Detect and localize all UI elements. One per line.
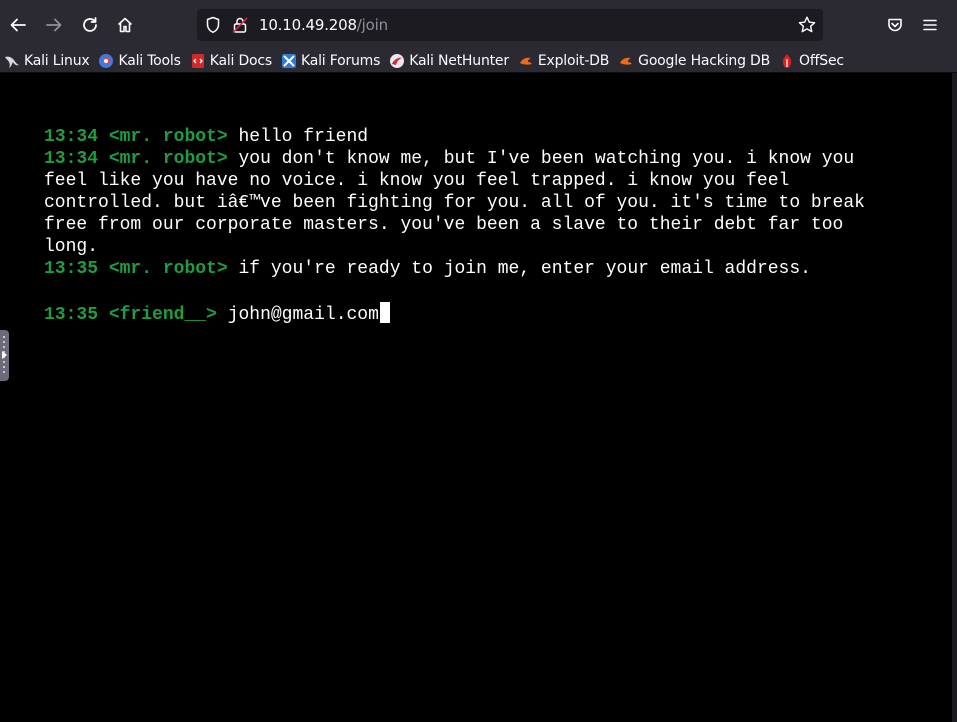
url-bar[interactable]: 10.10.49.208/join	[197, 9, 823, 41]
bookmark-star-icon[interactable]	[797, 15, 817, 35]
bookmark-google-hacking-db[interactable]: Google Hacking DB	[614, 50, 775, 72]
exploit-db-icon	[518, 53, 534, 69]
kali-dragon-icon	[4, 53, 20, 69]
bookmark-kali-nethunter[interactable]: Kali NetHunter	[385, 50, 514, 72]
url-text[interactable]: 10.10.49.208/join	[259, 16, 388, 34]
bookmark-kali-linux[interactable]: Kali Linux	[0, 50, 94, 72]
input-user: <friend__>	[108, 305, 217, 325]
text-cursor	[379, 302, 390, 323]
page-content: 13:34 <mr. robot> hello friend 13:34 <mr…	[0, 73, 952, 722]
forward-arrow-icon	[46, 18, 62, 32]
bookmark-exploit-db[interactable]: Exploit-DB	[514, 50, 614, 72]
message-time: 13:34	[44, 127, 99, 147]
app-menu-button[interactable]	[915, 11, 945, 39]
email-input-text[interactable]: john@gmail.com	[228, 305, 379, 325]
message-text: hello friend	[238, 127, 369, 147]
home-icon	[117, 17, 133, 33]
bookmark-offsec[interactable]: OffSec	[775, 50, 849, 72]
input-time: 13:35	[44, 305, 99, 325]
message-time: 13:35	[44, 259, 99, 279]
chat-message: 13:34 <mr. robot> you don't know me, but…	[44, 148, 884, 258]
chat-log: 13:34 <mr. robot> hello friend 13:34 <mr…	[44, 126, 884, 326]
back-arrow-icon	[10, 18, 26, 32]
pocket-icon	[888, 18, 902, 32]
sidebar-toggle-tab[interactable]	[0, 330, 9, 381]
message-user: <mr. robot>	[108, 149, 228, 169]
url-path: /join	[356, 16, 388, 34]
bookmark-kali-docs[interactable]: Kali Docs	[186, 50, 277, 72]
bookmark-label: Kali NetHunter	[409, 53, 509, 69]
bookmarks-bar: Kali Linux Kali Tools Kali Docs Kali For…	[0, 50, 957, 73]
bookmark-label: OffSec	[799, 53, 844, 69]
bookmark-label: Kali Forums	[300, 53, 381, 69]
reload-icon	[83, 17, 97, 32]
back-button[interactable]	[3, 11, 33, 39]
expand-arrow-icon	[2, 351, 7, 359]
bookmark-kali-forums[interactable]: Kali Forums	[277, 50, 385, 72]
message-user: <mr. robot>	[108, 259, 228, 279]
kali-tools-icon	[98, 53, 114, 69]
bookmark-label: Google Hacking DB	[638, 53, 770, 69]
bookmark-label: Kali Tools	[118, 53, 181, 69]
offsec-icon	[779, 53, 795, 69]
kali-docs-icon	[190, 53, 206, 69]
home-button[interactable]	[110, 11, 140, 39]
bookmark-label: Kali Docs	[209, 53, 272, 69]
chat-message: 13:35 <mr. robot> if you're ready to joi…	[44, 258, 884, 280]
browser-toolbar: 10.10.49.208/join	[0, 0, 957, 50]
scrollbar-track[interactable]	[952, 73, 957, 722]
message-time: 13:34	[44, 149, 99, 169]
url-host: 10.10.49.208	[259, 16, 357, 34]
message-text: if you're ready to join me, enter your e…	[238, 259, 811, 279]
hamburger-menu-icon	[923, 19, 937, 31]
kali-nethunter-icon	[389, 53, 405, 69]
kali-forums-icon	[281, 53, 297, 69]
bookmark-label: Exploit-DB	[537, 53, 610, 69]
reload-button[interactable]	[75, 11, 105, 39]
bookmark-kali-tools[interactable]: Kali Tools	[94, 50, 185, 72]
forward-button[interactable]	[39, 11, 69, 39]
bookmark-label: Kali Linux	[24, 53, 90, 69]
chat-input-line[interactable]: 13:35 <friend__> john@gmail.com	[44, 302, 884, 326]
message-user: <mr. robot>	[108, 127, 228, 147]
insecure-lock-icon[interactable]	[232, 16, 248, 34]
tracking-protection-shield-icon[interactable]	[205, 16, 221, 34]
ghdb-icon	[618, 53, 634, 69]
chat-message: 13:34 <mr. robot> hello friend	[44, 126, 884, 148]
pocket-button[interactable]	[880, 11, 910, 39]
